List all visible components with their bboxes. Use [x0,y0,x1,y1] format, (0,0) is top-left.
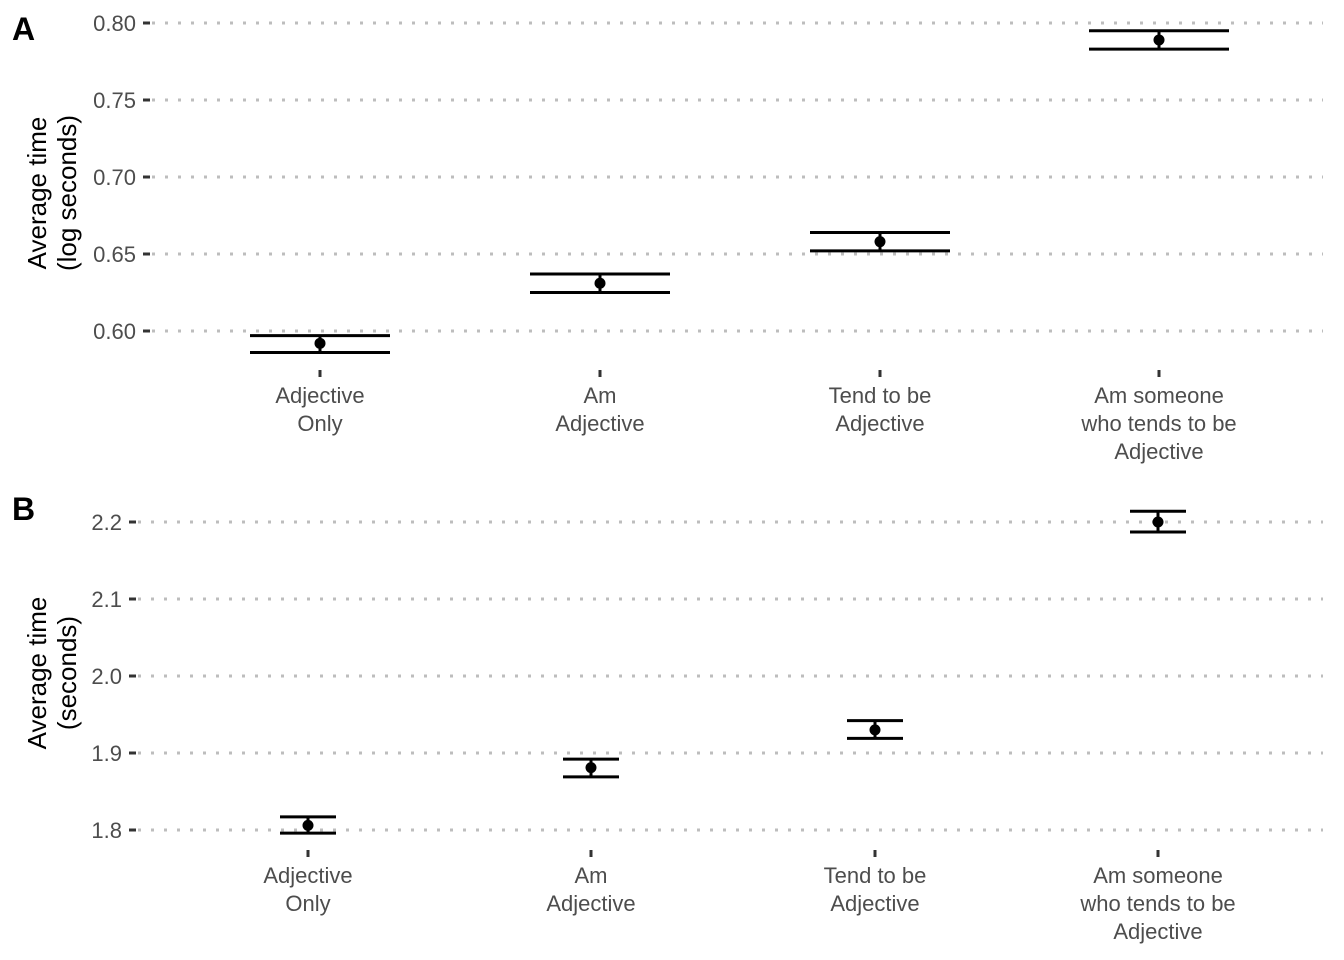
y-tick-label: 2.0 [91,664,122,689]
x-tick-label-line: Am [584,383,617,408]
y-tick-label: 0.75 [93,88,136,113]
panel-label: B [12,491,35,527]
data-point [314,337,326,349]
x-tick-label-line: Am someone [1093,863,1223,888]
y-tick-label: 0.80 [93,11,136,36]
y-axis-title-line: (seconds) [52,616,82,730]
y-axis-title-line: Average time [22,117,52,270]
x-tick-label: Adjective Only [263,863,352,916]
y-tick-label: 1.8 [91,818,122,843]
x-tick-label-line: Adjective [1114,439,1203,464]
x-tick-label-line: who tends to be [1080,411,1236,436]
panel-a: A 0.60 0.65 0.70 0.75 0.80 Average time(log se… [12,11,1323,464]
x-tick-label-line: Adjective [830,891,919,916]
x-tick-label-line: Only [297,411,342,436]
x-tick-label: Tend to be Adjective [829,383,932,436]
y-axis-title-line: Average time [22,597,52,750]
y-tick-label: 2.2 [91,510,122,535]
x-tick-label-line: Adjective [555,411,644,436]
data-point [1152,516,1164,528]
x-tick-label-line: Adjective [275,383,364,408]
figure: A0.600.650.700.750.80Average time(log se… [12,11,1323,944]
x-tick-label-line: Tend to be [829,383,932,408]
x-tick-label-line: Adjective [546,891,635,916]
x-tick-label: Am Adjective [546,863,635,916]
y-axis-title: Average time(log seconds) [22,115,82,271]
panel-b: B 1.8 1.9 2.0 2.1 2.2 Average time(seconds) Adj… [12,491,1323,944]
x-tick-label: Am someone who tends to be Adjective [1079,863,1235,944]
x-tick-label-line: who tends to be [1079,891,1235,916]
x-tick-label: Adjective Only [275,383,364,436]
x-tick-label-line: Adjective [263,863,352,888]
x-tick-label: Am Adjective [555,383,644,436]
x-tick-label-line: Adjective [835,411,924,436]
data-point [1153,34,1165,46]
y-tick-label: 2.1 [91,587,122,612]
data-point [302,819,314,831]
y-tick-label: 0.65 [93,242,136,267]
y-tick-label: 1.9 [91,741,122,766]
x-tick-label-line: Am someone [1094,383,1224,408]
data-point [594,277,606,289]
x-tick-label-line: Adjective [1113,919,1202,944]
data-point [874,236,886,248]
y-tick-label: 0.60 [93,319,136,344]
y-tick-label: 0.70 [93,165,136,190]
x-tick-label-line: Tend to be [824,863,927,888]
data-point [585,762,597,774]
data-point [869,724,881,736]
y-axis-title: Average time(seconds) [22,597,82,750]
x-tick-label-line: Only [285,891,330,916]
y-axis-title-line: (log seconds) [52,115,82,271]
x-tick-label: Am someone who tends to be Adjective [1080,383,1236,464]
panel-label: A [12,11,35,47]
x-tick-label: Tend to be Adjective [824,863,927,916]
x-tick-label-line: Am [575,863,608,888]
